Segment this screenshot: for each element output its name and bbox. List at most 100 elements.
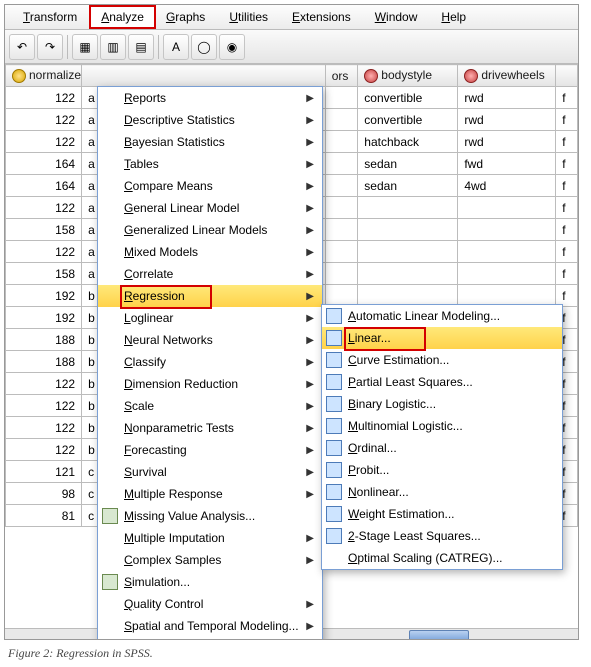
menu-item-spatial-and-temporal-modeling-[interactable]: Spatial and Temporal Modeling...▶ bbox=[98, 615, 322, 637]
menu-item-quality-control[interactable]: Quality Control▶ bbox=[98, 593, 322, 615]
menu-item-regression[interactable]: Regression▶ bbox=[98, 285, 322, 307]
cell[interactable] bbox=[325, 197, 358, 219]
submenu-item--stage-least-squares-[interactable]: 2-Stage Least Squares... bbox=[322, 525, 562, 547]
menu-item-loglinear[interactable]: Loglinear▶ bbox=[98, 307, 322, 329]
submenu-item-weight-estimation-[interactable]: Weight Estimation... bbox=[322, 503, 562, 525]
menu-item-correlate[interactable]: Correlate▶ bbox=[98, 263, 322, 285]
cell[interactable] bbox=[325, 87, 358, 109]
menu-item-nonparametric-tests[interactable]: Nonparametric Tests▶ bbox=[98, 417, 322, 439]
cell[interactable]: rwd bbox=[458, 109, 556, 131]
cell[interactable]: 188 bbox=[6, 351, 82, 373]
column-header-blank[interactable] bbox=[556, 65, 578, 87]
cell[interactable]: 192 bbox=[6, 285, 82, 307]
menu-item-forecasting[interactable]: Forecasting▶ bbox=[98, 439, 322, 461]
submenu-item-optimal-scaling-catreg-[interactable]: Optimal Scaling (CATREG)... bbox=[322, 547, 562, 569]
column-header-blank[interactable] bbox=[82, 65, 326, 87]
cell[interactable]: 122 bbox=[6, 395, 82, 417]
column-header-normalizedlosses[interactable]: normalizedlosses bbox=[6, 65, 82, 87]
menu-item-dimension-reduction[interactable]: Dimension Reduction▶ bbox=[98, 373, 322, 395]
menu-utilities[interactable]: Utilities bbox=[217, 7, 280, 27]
column-header-drivewheels[interactable]: drivewheels bbox=[458, 65, 556, 87]
cell[interactable] bbox=[325, 131, 358, 153]
cell[interactable] bbox=[325, 241, 358, 263]
cell[interactable]: 158 bbox=[6, 219, 82, 241]
redo-icon[interactable]: ↷ bbox=[37, 34, 63, 60]
menu-item-multiple-response[interactable]: Multiple Response▶ bbox=[98, 483, 322, 505]
menu-item-generalized-linear-models[interactable]: Generalized Linear Models▶ bbox=[98, 219, 322, 241]
submenu-item-multinomial-logistic-[interactable]: Multinomial Logistic... bbox=[322, 415, 562, 437]
undo-icon[interactable]: ↶ bbox=[9, 34, 35, 60]
cell[interactable] bbox=[458, 197, 556, 219]
submenu-item-automatic-linear-modeling-[interactable]: Automatic Linear Modeling... bbox=[322, 305, 562, 327]
menu-item-simulation-[interactable]: Simulation... bbox=[98, 571, 322, 593]
cell[interactable]: convertible bbox=[358, 109, 458, 131]
cell[interactable]: 98 bbox=[6, 483, 82, 505]
cell[interactable] bbox=[358, 197, 458, 219]
submenu-item-nonlinear-[interactable]: Nonlinear... bbox=[322, 481, 562, 503]
submenu-item-ordinal-[interactable]: Ordinal... bbox=[322, 437, 562, 459]
cell[interactable]: f bbox=[556, 175, 578, 197]
cell[interactable]: hatchback bbox=[358, 131, 458, 153]
cell[interactable]: f bbox=[556, 87, 578, 109]
cell[interactable]: 122 bbox=[6, 417, 82, 439]
cell[interactable]: sedan bbox=[358, 153, 458, 175]
cell[interactable]: rwd bbox=[458, 87, 556, 109]
menu-item-mixed-models[interactable]: Mixed Models▶ bbox=[98, 241, 322, 263]
menu-item-scale[interactable]: Scale▶ bbox=[98, 395, 322, 417]
cell[interactable] bbox=[325, 263, 358, 285]
submenu-item-binary-logistic-[interactable]: Binary Logistic... bbox=[322, 393, 562, 415]
column-header-ors[interactable]: ors bbox=[325, 65, 358, 87]
grid1-icon[interactable]: ▦ bbox=[72, 34, 98, 60]
grid3-icon[interactable]: ▤ bbox=[128, 34, 154, 60]
submenu-item-linear-[interactable]: Linear... bbox=[322, 327, 562, 349]
menu-item-survival[interactable]: Survival▶ bbox=[98, 461, 322, 483]
menu-item-complex-samples[interactable]: Complex Samples▶ bbox=[98, 549, 322, 571]
cell[interactable] bbox=[358, 219, 458, 241]
cell[interactable]: 122 bbox=[6, 197, 82, 219]
cell[interactable] bbox=[325, 153, 358, 175]
menu-item-classify[interactable]: Classify▶ bbox=[98, 351, 322, 373]
circles-icon[interactable]: ◯ bbox=[191, 34, 217, 60]
cell[interactable]: 164 bbox=[6, 175, 82, 197]
menu-help[interactable]: Help bbox=[429, 7, 478, 27]
cell[interactable]: sedan bbox=[358, 175, 458, 197]
submenu-item-probit-[interactable]: Probit... bbox=[322, 459, 562, 481]
target-icon[interactable]: ◉ bbox=[219, 34, 245, 60]
menu-item-descriptive-statistics[interactable]: Descriptive Statistics▶ bbox=[98, 109, 322, 131]
cell[interactable]: f bbox=[556, 241, 578, 263]
cell[interactable]: 164 bbox=[6, 153, 82, 175]
cell[interactable]: f bbox=[556, 219, 578, 241]
cell[interactable]: 158 bbox=[6, 263, 82, 285]
menu-item-compare-means[interactable]: Compare Means▶ bbox=[98, 175, 322, 197]
cell[interactable] bbox=[325, 175, 358, 197]
menu-item-bayesian-statistics[interactable]: Bayesian Statistics▶ bbox=[98, 131, 322, 153]
cell[interactable]: 188 bbox=[6, 329, 82, 351]
cell[interactable]: 192 bbox=[6, 307, 82, 329]
menu-extensions[interactable]: Extensions bbox=[280, 7, 363, 27]
cell[interactable] bbox=[358, 241, 458, 263]
scroll-thumb[interactable] bbox=[409, 630, 469, 640]
cell[interactable]: 122 bbox=[6, 131, 82, 153]
menu-item-multiple-imputation[interactable]: Multiple Imputation▶ bbox=[98, 527, 322, 549]
menu-transform[interactable]: Transform bbox=[11, 7, 89, 27]
cell[interactable]: f bbox=[556, 197, 578, 219]
submenu-item-partial-least-squares-[interactable]: Partial Least Squares... bbox=[322, 371, 562, 393]
cell[interactable]: f bbox=[556, 263, 578, 285]
cell[interactable]: 81 bbox=[6, 505, 82, 527]
cell[interactable] bbox=[325, 219, 358, 241]
menu-item-direct-marketing[interactable]: Direct Marketing▶ bbox=[98, 637, 322, 640]
grid2-icon[interactable]: ▥ bbox=[100, 34, 126, 60]
cell[interactable] bbox=[458, 219, 556, 241]
cell[interactable]: rwd bbox=[458, 131, 556, 153]
cell[interactable]: f bbox=[556, 109, 578, 131]
cell[interactable] bbox=[458, 263, 556, 285]
menu-item-tables[interactable]: Tables▶ bbox=[98, 153, 322, 175]
cell[interactable]: f bbox=[556, 153, 578, 175]
cell[interactable]: f bbox=[556, 131, 578, 153]
menu-graphs[interactable]: Graphs bbox=[154, 7, 217, 27]
cell[interactable] bbox=[458, 241, 556, 263]
cell[interactable]: 122 bbox=[6, 373, 82, 395]
cell[interactable]: 4wd bbox=[458, 175, 556, 197]
cell[interactable]: 122 bbox=[6, 439, 82, 461]
menu-item-reports[interactable]: Reports▶ bbox=[98, 87, 322, 109]
